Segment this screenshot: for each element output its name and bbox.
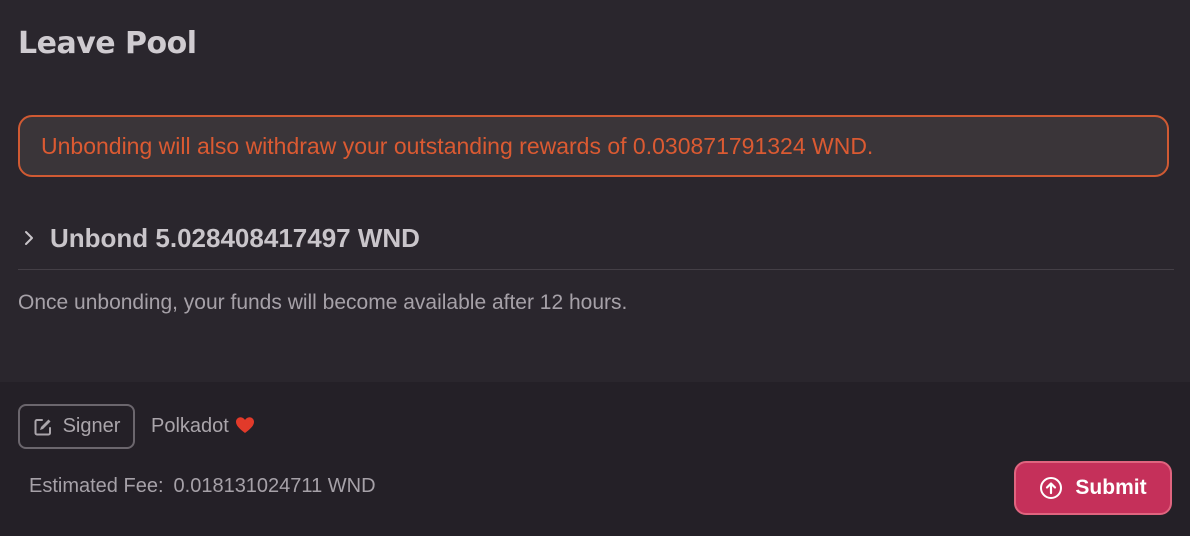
page-title: Leave Pool — [18, 26, 197, 61]
fee-label: Estimated Fee: — [29, 475, 164, 497]
signer-button[interactable]: Signer — [18, 404, 135, 449]
submit-label: Submit — [1075, 476, 1147, 499]
signer-account: Polkadot — [151, 415, 255, 438]
warning-text: Unbonding will also withdraw your outsta… — [41, 132, 874, 159]
signer-name: Polkadot — [151, 415, 229, 437]
unbond-toggle[interactable]: Unbond 5.028408417497 WND — [18, 218, 420, 258]
modal-footer: Signer Polkadot Estimated Fee: 0.01813102… — [0, 382, 1190, 536]
heart-icon — [235, 417, 254, 433]
unbond-amount-label: Unbond 5.028408417497 WND — [50, 222, 420, 253]
warning-banner: Unbonding will also withdraw your outsta… — [18, 115, 1169, 177]
divider — [18, 269, 1174, 270]
edit-icon — [34, 418, 51, 435]
unbonding-note: Once unbonding, your funds will become a… — [18, 291, 628, 314]
submit-button[interactable]: Submit — [1014, 461, 1172, 515]
estimated-fee: Estimated Fee: 0.018131024711 WND — [29, 475, 376, 498]
chevron-right-icon — [25, 231, 33, 245]
fee-value: 0.018131024711 WND — [173, 475, 376, 497]
arrow-up-circle-icon — [1040, 477, 1063, 499]
leave-pool-modal: Leave Pool Unbonding will also withdraw … — [0, 0, 1190, 536]
signer-button-label: Signer — [62, 415, 121, 437]
